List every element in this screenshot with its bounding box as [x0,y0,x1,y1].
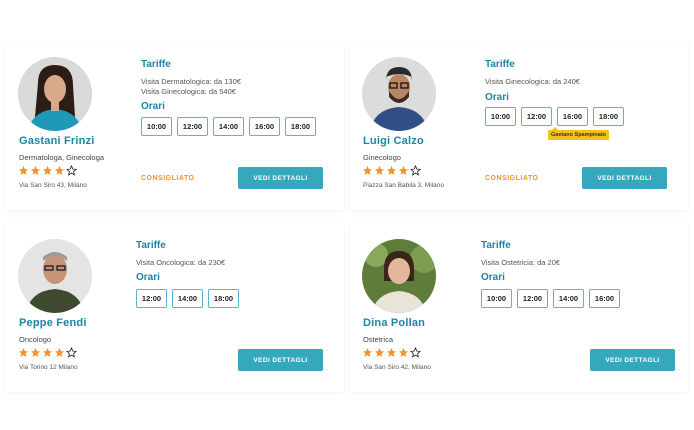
doctor-address: Via Torino 12 Milano [19,364,78,371]
doctor-specialty: Oncologo [19,335,52,344]
time-slot-button[interactable]: 16:00 [589,289,620,308]
avatar[interactable] [18,239,92,313]
details-button[interactable]: VEDI DETTAGLI [582,167,667,189]
time-slots: 12:00 14:00 18:00 [136,289,239,308]
star-filled-icon [398,165,409,175]
tariff-line: Visita Dermatologica: da 130€ [141,77,241,86]
doctor-info: Tariffe Visita Ostetricia: da 20€ Orari … [481,224,681,392]
avatar[interactable] [362,239,436,313]
time-slot-button[interactable]: 10:00 [141,117,172,136]
doctor-name[interactable]: Luigi Calzo [363,135,424,147]
time-slot-button[interactable]: 12:00 Gaetano Spampinato [521,107,610,140]
doctor-card: Peppe Fendi Oncologo Via Torino 12 Milan… [6,224,344,392]
star-filled-icon [42,165,53,175]
star-filled-icon [54,347,65,357]
orari-heading: Orari [481,272,505,283]
tariffe-heading: Tariffe [141,59,171,70]
tariff-line: Visita Oncologica: da 230€ [136,258,226,267]
star-filled-icon [54,165,65,175]
rating-stars [362,165,421,176]
star-empty-icon [410,165,421,176]
time-slots: 10:00 12:00 Gaetano Spampinato 16:00 18:… [485,107,624,140]
slot-tooltip: Gaetano Spampinato [548,127,610,140]
rating-stars [18,347,77,358]
tariffe-heading: Tariffe [136,240,166,251]
doctor-specialty: Ginecologo [363,153,401,162]
doctor-name[interactable]: Gastani Frinzi [19,135,95,147]
doctor-card: Dina Pollan Ostetrica Via San Siro 42, M… [350,224,688,392]
doctor-address: Piazza San Babila 3, Milano [363,182,444,189]
time-slot-button[interactable]: 10:00 [485,107,516,126]
details-button[interactable]: VEDI DETTAGLI [238,349,323,371]
doctor-info: Tariffe Visita Ginecologica: da 240€ Ora… [485,42,685,210]
doctor-address: Via San Siro 43, Milano [19,182,87,189]
time-slot-button[interactable]: 14:00 [553,289,584,308]
doctor-name[interactable]: Dina Pollan [363,317,425,329]
avatar[interactable] [362,57,436,131]
time-slot-button[interactable]: 16:00 [557,107,588,126]
tariff-line: Visita Ostetricia: da 20€ [481,258,561,267]
time-slots: 10:00 12:00 14:00 16:00 18:00 [141,117,316,136]
star-filled-icon [386,347,397,357]
star-empty-icon [410,347,421,358]
details-button[interactable]: VEDI DETTAGLI [238,167,323,189]
orari-heading: Orari [141,101,165,112]
time-slot-button[interactable]: 12:00 [177,117,208,136]
recommended-badge: CONSIGLIATO [141,175,195,182]
orari-heading: Orari [485,92,509,103]
doctor-card: Luigi Calzo Ginecologo Piazza San Babila… [350,42,688,210]
doctor-info: Tariffe Visita Oncologica: da 230€ Orari… [136,224,336,392]
star-filled-icon [374,347,385,357]
star-empty-icon [66,165,77,176]
time-slot-button[interactable]: 16:00 [249,117,280,136]
doctor-grid: Gastani Frinzi Dermatologa, Ginecologa V… [0,0,694,430]
star-filled-icon [30,347,41,357]
star-filled-icon [362,165,373,175]
time-slot-button[interactable]: 18:00 [593,107,624,126]
star-filled-icon [398,347,409,357]
time-slot-button[interactable]: 18:00 [208,289,239,308]
doctor-specialty: Dermatologa, Ginecologa [19,153,105,162]
time-slot-button[interactable]: 10:00 [481,289,512,308]
recommended-badge: CONSIGLIATO [485,175,539,182]
time-slot-button[interactable]: 12:00 [517,289,548,308]
tariff-line: Visita Ginecologica: da 540€ [141,87,236,96]
doctor-name[interactable]: Peppe Fendi [19,317,87,329]
rating-stars [362,347,421,358]
star-filled-icon [18,347,29,357]
star-filled-icon [30,165,41,175]
doctor-info: Tariffe Visita Dermatologica: da 130€ Vi… [141,42,341,210]
star-empty-icon [66,347,77,358]
time-slot-button[interactable]: 18:00 [285,117,316,136]
time-slot-button[interactable]: 14:00 [213,117,244,136]
time-slot-button[interactable]: 14:00 [172,289,203,308]
time-slot-label: 12:00 [526,112,547,121]
doctor-card: Gastani Frinzi Dermatologa, Ginecologa V… [6,42,344,210]
rating-stars [18,165,77,176]
time-slots: 10:00 12:00 14:00 16:00 [481,289,620,308]
star-filled-icon [386,165,397,175]
star-filled-icon [362,347,373,357]
tariff-line: Visita Ginecologica: da 240€ [485,77,580,86]
star-filled-icon [42,347,53,357]
doctor-address: Via San Siro 42, Milano [363,364,431,371]
orari-heading: Orari [136,272,160,283]
star-filled-icon [18,165,29,175]
star-filled-icon [374,165,385,175]
tariffe-heading: Tariffe [485,59,515,70]
tariffe-heading: Tariffe [481,240,511,251]
avatar[interactable] [18,57,92,131]
doctor-specialty: Ostetrica [363,335,394,344]
details-button[interactable]: VEDI DETTAGLI [590,349,675,371]
time-slot-button[interactable]: 12:00 [136,289,167,308]
